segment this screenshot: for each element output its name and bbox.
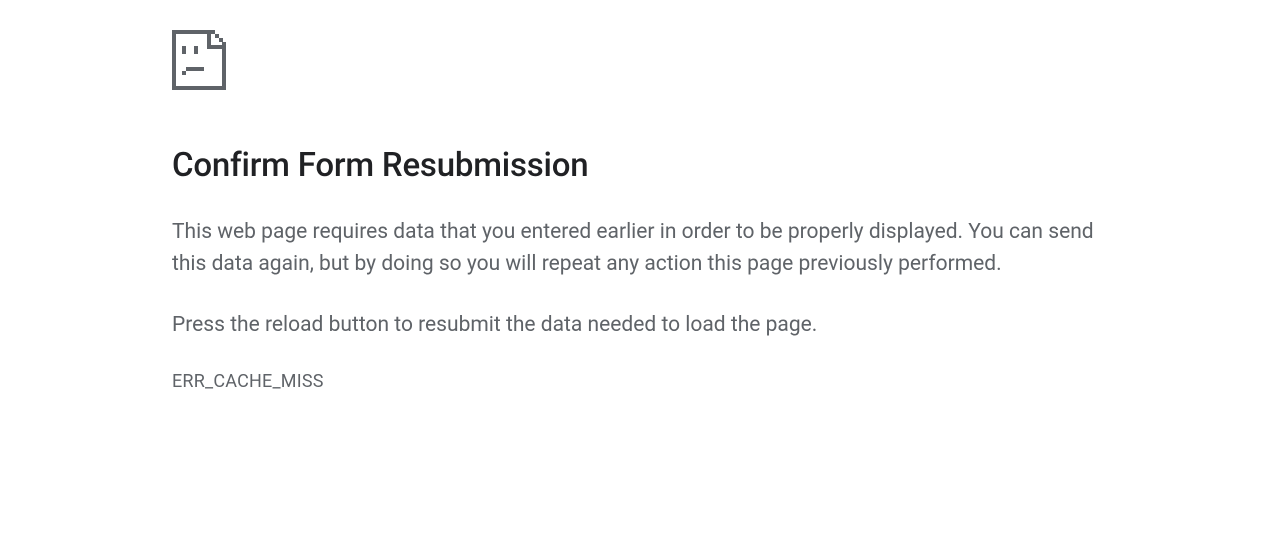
error-description: This web page requires data that you ent… — [172, 216, 1102, 281]
sad-page-icon — [172, 30, 226, 90]
error-code: ERR_CACHE_MISS — [172, 371, 1108, 392]
icon-wrapper — [172, 30, 1108, 90]
error-instruction: Press the reload button to resubmit the … — [172, 309, 1108, 342]
error-title: Confirm Form Resubmission — [172, 146, 1108, 186]
error-page-container: Confirm Form Resubmission This web page … — [0, 0, 1280, 392]
